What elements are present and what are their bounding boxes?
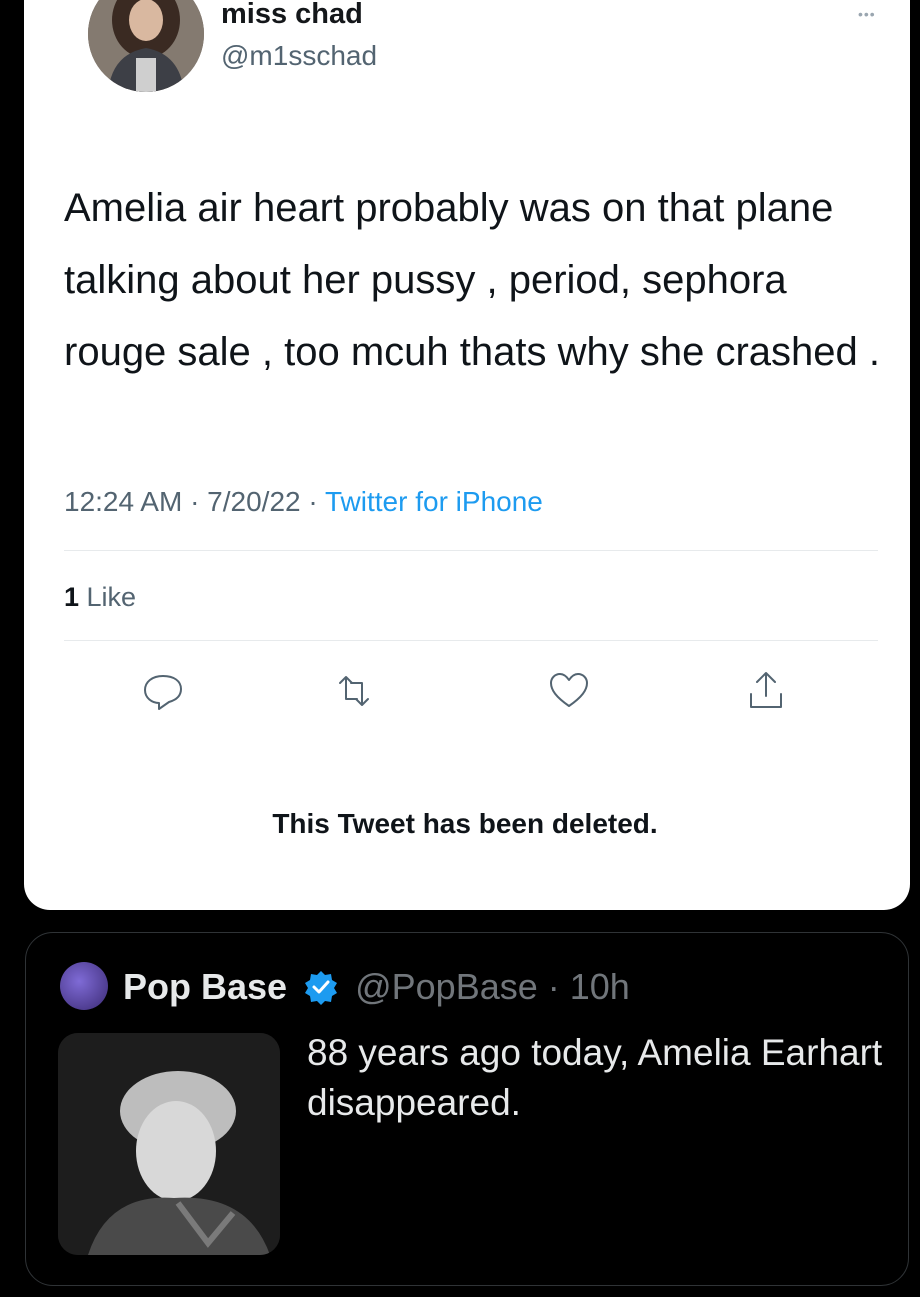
likes-label: Like [79,582,137,612]
avatar[interactable] [88,0,204,92]
divider [64,550,878,551]
quote-photo[interactable] [58,1033,280,1255]
avatar-photo [88,0,204,92]
like-icon[interactable] [546,668,592,714]
quote-display-name[interactable]: Pop Base [123,966,287,1007]
quote-text: 88 years ago today, Amelia Earhart disap… [307,1032,883,1123]
verified-badge-icon [303,969,339,1005]
tweet-source-link[interactable]: Twitter for iPhone [325,486,543,517]
retweet-icon[interactable] [331,668,377,714]
reply-icon[interactable] [140,668,186,714]
user-handle[interactable]: @m1sschad [221,40,377,72]
earhart-photo [58,1033,280,1255]
share-icon[interactable] [743,668,789,714]
tweet-card: miss chad @m1sschad ••• [24,0,910,910]
likes-number: 1 [64,582,80,612]
tweet-timestamp[interactable]: 12:24 AM · 7/20/22 · [64,486,325,517]
tweet-text: Amelia air heart probably was on that pl… [64,186,880,374]
more-options-icon[interactable]: ••• [858,6,876,22]
tweet-meta: 12:24 AM · 7/20/22 · Twitter for iPhone [64,486,543,518]
deleted-notice: This Tweet has been deleted. [272,808,658,839]
display-name[interactable]: miss chad [221,0,363,31]
quote-handle[interactable]: @PopBase · 10h [355,966,630,1007]
quote-header: Pop Base @PopBase · 10h [123,966,630,1008]
popbase-avatar[interactable] [60,962,108,1010]
divider [64,640,878,641]
likes-count[interactable]: 1 Like [64,582,136,613]
